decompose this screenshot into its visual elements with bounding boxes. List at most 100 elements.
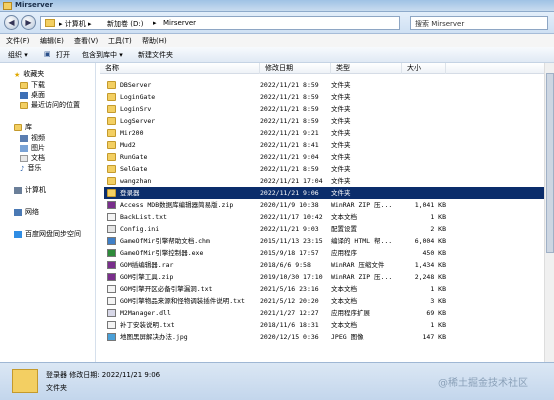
menu-tools[interactable]: 工具(T) [108, 36, 132, 46]
file-size: 1 KB [430, 285, 446, 293]
file-size: 147 KB [422, 333, 446, 341]
file-name: GOM引擎物品来源和怪物调装插件说明.txt [120, 297, 245, 305]
file-type: JPEG 图像 [331, 333, 364, 341]
file-size: 450 KB [422, 249, 446, 257]
file-row[interactable]: wangzhan 2022/11/21 17:04 文件夹 [104, 175, 546, 187]
file-row[interactable]: GameOfMir引擎帮助文档.chm 2015/11/13 23:15 编译的 H… [104, 235, 546, 247]
nav-documents[interactable]: 文档 [20, 154, 45, 163]
file-size: 2 KB [430, 225, 446, 233]
nav-libraries[interactable]: 库 [14, 123, 32, 132]
menu-view[interactable]: 查看(V) [74, 36, 98, 46]
nav-label: 最近访问的位置 [31, 101, 80, 109]
file-row[interactable]: Mud2 2022/11/21 8:41 文件夹 [104, 139, 546, 151]
menu-bar: 文件(F) 编辑(E) 查看(V) 工具(T) 帮助(H) [0, 34, 554, 47]
menu-edit[interactable]: 编辑(E) [40, 36, 64, 46]
folder-icon [107, 153, 116, 161]
breadcrumb-drive[interactable]: 新加卷 (D:) [107, 19, 143, 29]
file-name: LoginGate [120, 93, 156, 101]
file-name: LoginSrv [120, 105, 152, 113]
detail-type: 文件夹 [46, 384, 67, 392]
nav-downloads[interactable]: 下载 [20, 81, 45, 90]
file-row[interactable]: LogServer 2022/11/21 8:59 文件夹 [104, 115, 546, 127]
nav-favorites[interactable]: ★ 收藏夹 [14, 70, 44, 79]
search-input[interactable]: 搜索 Mirserver [410, 16, 548, 30]
file-name: Access MDB数据库编辑器简易版.zip [120, 201, 234, 209]
nav-label: 收藏夹 [23, 70, 45, 78]
file-name: 地图黑屏解决办法.jpg [120, 333, 188, 341]
forward-button[interactable]: ▶ [21, 15, 36, 30]
file-type: 文件夹 [331, 153, 351, 161]
video-icon [20, 134, 28, 142]
file-row[interactable]: GOM插编辑器.rar 2018/6/6 9:58 WinRAR 压缩文件 1,434… [104, 259, 546, 271]
file-size: 3 KB [430, 297, 446, 305]
organize-button[interactable]: 组织 ▾ [8, 50, 28, 60]
file-date: 2020/12/15 0:36 [260, 333, 319, 341]
file-type: 文件夹 [331, 189, 351, 197]
back-button[interactable]: ◀ [4, 15, 19, 30]
breadcrumb-computer[interactable]: ▸ 计算机 ▸ [59, 19, 91, 29]
file-type: 文件夹 [331, 81, 351, 89]
nav-network[interactable]: 网络 [14, 208, 39, 217]
include-library-button[interactable]: 包含到库中 ▾ [82, 50, 123, 60]
file-row[interactable]: Access MDB数据库编辑器简易版.zip 2020/11/9 10:38 Wi… [104, 199, 546, 211]
folder-icon [107, 105, 116, 113]
new-folder-button[interactable]: 新建文件夹 [138, 50, 173, 60]
address-field[interactable]: ▸ 计算机 ▸ 新加卷 (D:) ▸ Mirserver [40, 16, 400, 30]
file-size: 69 KB [426, 309, 446, 317]
nav-label: 库 [25, 123, 32, 131]
file-row[interactable]: LoginGate 2022/11/21 8:59 文件夹 [104, 91, 546, 103]
file-row[interactable]: Config.ini 2022/11/21 9:03 配置设置 2 KB [104, 223, 546, 235]
file-name: LogServer [120, 117, 156, 125]
nav-music[interactable]: ♪ 音乐 [20, 164, 41, 173]
file-type: 应用程序扩展 [331, 309, 370, 317]
file-row[interactable]: Mir200 2022/11/21 9:21 文件夹 [104, 127, 546, 139]
nav-recent[interactable]: 最近访问的位置 [20, 101, 80, 110]
file-type: 文件夹 [331, 117, 351, 125]
file-date: 2022/11/21 9:04 [260, 153, 319, 161]
scroll-thumb[interactable] [546, 73, 554, 253]
nav-label: 下载 [31, 81, 45, 89]
folder-icon [107, 117, 116, 125]
documents-icon [20, 154, 28, 162]
file-row[interactable]: RunGate 2022/11/21 9:04 文件夹 [104, 151, 546, 163]
file-size: 1,434 KB [414, 261, 446, 269]
nav-pictures[interactable]: 图片 [20, 144, 45, 153]
nav-desktop[interactable]: 桌面 [20, 91, 45, 100]
file-size: 1 KB [430, 321, 446, 329]
file-row[interactable]: GOM引擎物品来源和怪物调装插件说明.txt 2021/5/12 20:20 文本文… [104, 295, 546, 307]
file-row[interactable]: M2Manager.dll 2021/1/27 12:27 应用程序扩展 69 KB [104, 307, 546, 319]
column-type[interactable]: 类型 [331, 63, 402, 74]
file-row[interactable]: GOM引擎开区必备引擎漏洞.txt 2021/5/16 23:16 文本文档 1 KB [104, 283, 546, 295]
file-row[interactable]: BackList.txt 2022/11/17 10:42 文本文档 1 KB [104, 211, 546, 223]
column-date[interactable]: 修改日期 [260, 63, 331, 74]
breadcrumb-folder[interactable]: Mirserver [163, 19, 196, 27]
folder-icon [45, 19, 55, 27]
ini-icon [107, 225, 116, 233]
desktop-icon [20, 91, 28, 99]
file-date: 2022/11/21 8:41 [260, 141, 319, 149]
folder-icon [3, 2, 12, 10]
nav-videos[interactable]: 视频 [20, 134, 45, 143]
file-row[interactable]: 登录器 2022/11/21 9:06 文件夹 [104, 187, 546, 199]
menu-file[interactable]: 文件(F) [6, 36, 30, 46]
open-button[interactable]: 打开 [56, 50, 70, 60]
nav-computer[interactable]: 计算机 [14, 186, 46, 195]
file-type: 文件夹 [331, 177, 351, 185]
folder-icon [107, 93, 116, 101]
folder-icon [12, 369, 38, 393]
vertical-scrollbar[interactable] [544, 63, 554, 362]
nav-baidu-sync[interactable]: 百度网盘同步空间 [14, 230, 81, 239]
file-row[interactable]: DBServer 2022/11/21 8:59 文件夹 [104, 79, 546, 91]
menu-help[interactable]: 帮助(H) [142, 36, 167, 46]
file-row[interactable]: GameOfMir引擎控制器.exe 2015/9/18 17:57 应用程序 450… [104, 247, 546, 259]
column-name[interactable]: 名称 [100, 63, 260, 74]
zip-icon [107, 273, 116, 281]
file-row[interactable]: SelGate 2022/11/21 8:59 文件夹 [104, 163, 546, 175]
file-row[interactable]: 补丁安装说明.txt 2018/11/6 18:31 文本文档 1 KB [104, 319, 546, 331]
toolbar: 组织 ▾ ▣ 打开 包含到库中 ▾ 新建文件夹 [0, 47, 554, 63]
file-row[interactable]: LoginSrv 2022/11/21 8:59 文件夹 [104, 103, 546, 115]
file-row[interactable]: GOM引擎工具.zip 2019/10/30 17:10 WinRAR ZIP 压.… [104, 271, 546, 283]
column-size[interactable]: 大小 [402, 63, 446, 74]
file-row[interactable]: 地图黑屏解决办法.jpg 2020/12/15 0:36 JPEG 图像 147 KB [104, 331, 546, 343]
file-name: wangzhan [120, 177, 152, 185]
